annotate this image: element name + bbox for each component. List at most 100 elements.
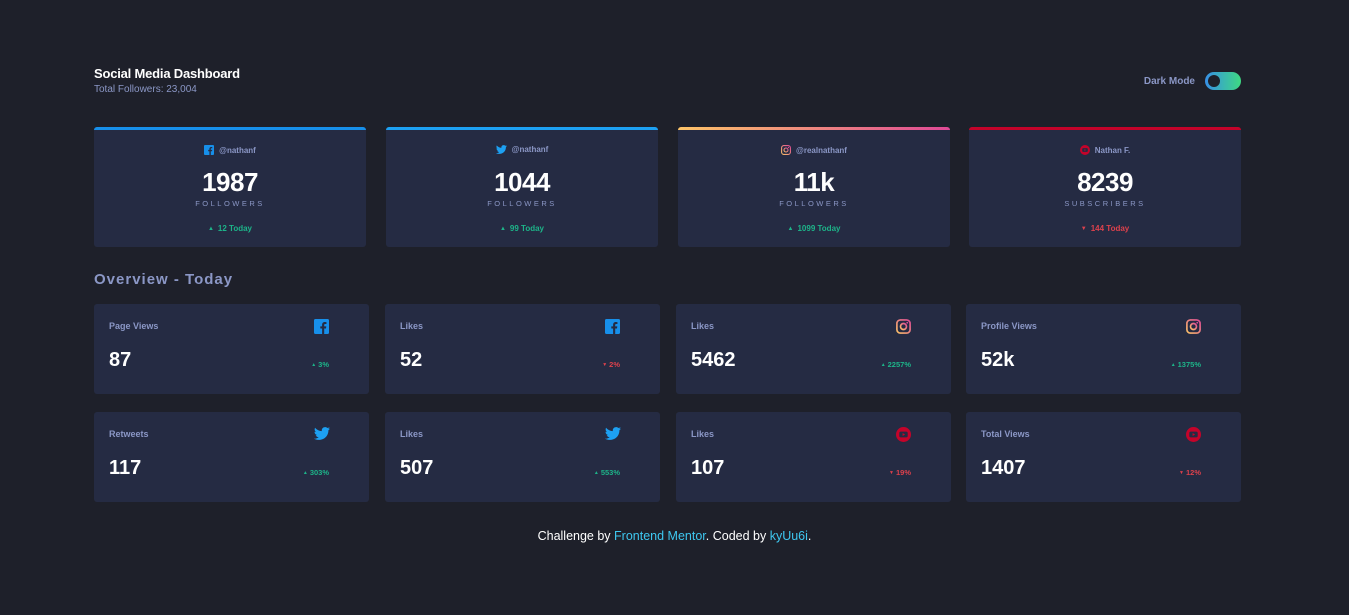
overview-card[interactable]: Retweets 117 ▲ 303% xyxy=(94,412,369,502)
card-handle-row: @realnathanf xyxy=(678,145,950,155)
arrow-up-icon: ▲ xyxy=(311,361,317,368)
overview-value: 52 xyxy=(400,349,423,371)
footer-suffix: . xyxy=(807,529,812,543)
card-today-text: 144 Today xyxy=(1090,224,1130,233)
card-today: ▲ 1099 Today xyxy=(678,224,950,233)
overview-value: 117 xyxy=(109,457,142,479)
overview-value: 1407 xyxy=(981,457,1026,479)
overview-card[interactable]: Likes 107 ▼ 19% xyxy=(676,412,951,502)
card-today: ▲ 12 Today xyxy=(94,224,366,233)
card-accent-bar xyxy=(969,127,1241,130)
overview-label: Retweets xyxy=(109,429,149,439)
card-today: ▼ 144 Today xyxy=(969,224,1241,233)
card-handle-row: @nathanf xyxy=(386,145,658,154)
card-count: 1987 xyxy=(202,167,258,197)
card-handle: @realnathanf xyxy=(796,145,847,155)
card-handle: @nathanf xyxy=(511,145,549,154)
youtube-icon xyxy=(1186,427,1201,442)
card-unit: FOLLOWERS xyxy=(487,199,557,208)
overview-value: 107 xyxy=(691,457,725,479)
overview-value: 52k xyxy=(981,349,1015,371)
card-handle: @nathanf xyxy=(219,145,256,155)
footer-prefix: Challenge by xyxy=(537,529,615,543)
card-unit: FOLLOWERS xyxy=(195,199,265,208)
card-handle-row: Nathan F. xyxy=(969,145,1241,155)
footer-middle: . Coded by xyxy=(705,529,770,543)
arrow-down-icon: ▼ xyxy=(889,469,894,476)
arrow-up-icon: ▲ xyxy=(593,469,599,476)
overview-card[interactable]: Likes 5462 ▲ 2257% xyxy=(676,304,951,394)
overview-card[interactable]: Page Views 87 ▲ 3% xyxy=(94,304,369,394)
card-today: ▲ 99 Today xyxy=(386,224,658,233)
card-facebook[interactable]: @nathanf 1987 FOLLOWERS ▲ 12 Today xyxy=(94,127,366,247)
card-today-text: 12 Today xyxy=(217,224,253,233)
overview-pct: 553% xyxy=(600,468,620,477)
overview-card[interactable]: Likes 52 ▼ 2% xyxy=(385,304,660,394)
overview-change: ▲ 553% xyxy=(594,468,620,477)
arrow-down-icon: ▼ xyxy=(1179,469,1184,476)
overview-label: Page Views xyxy=(109,321,159,331)
overview-pct: 2257% xyxy=(887,360,911,369)
overview-change: ▲ 1375% xyxy=(1171,360,1201,369)
frontend-mentor-link[interactable]: Frontend Mentor xyxy=(614,529,706,543)
instagram-icon xyxy=(1186,319,1201,334)
overview-change: ▲ 3% xyxy=(311,360,329,369)
card-today-text: 99 Today xyxy=(509,224,545,233)
card-count: 8239 xyxy=(1077,167,1133,197)
card-accent-bar xyxy=(678,127,950,130)
instagram-icon xyxy=(781,145,791,155)
arrow-up-icon: ▲ xyxy=(302,469,308,476)
arrow-up-icon: ▲ xyxy=(1170,361,1176,368)
card-accent-bar xyxy=(386,127,658,130)
overview-label: Likes xyxy=(400,321,424,331)
overview-pct: 12% xyxy=(1185,468,1201,477)
arrow-up-icon: ▲ xyxy=(207,225,214,232)
dark-mode-label: Dark Mode xyxy=(1143,75,1195,87)
overview-card[interactable]: Profile Views 52k ▲ 1375% xyxy=(966,304,1241,394)
overview-card[interactable]: Total Views 1407 ▼ 12% xyxy=(966,412,1241,502)
youtube-icon xyxy=(1079,145,1090,155)
card-count: 11k xyxy=(793,167,835,197)
card-instagram[interactable]: @realnathanf 11k FOLLOWERS ▲ 1099 Today xyxy=(678,127,950,247)
overview-pct: 3% xyxy=(318,360,329,369)
dark-mode-control: Dark Mode xyxy=(1144,72,1241,90)
footer: Challenge by Frontend Mentor. Coded by k… xyxy=(0,529,1349,543)
facebook-icon xyxy=(314,319,329,334)
twitter-icon xyxy=(313,427,330,442)
overview-change: ▼ 12% xyxy=(1179,468,1201,477)
overview-change: ▲ 303% xyxy=(303,468,329,477)
card-handle-row: @nathanf xyxy=(94,145,366,155)
card-youtube[interactable]: Nathan F. 8239 SUBSCRIBERS ▼ 144 Today xyxy=(969,127,1241,247)
dark-mode-toggle[interactable] xyxy=(1205,72,1241,90)
overview-label: Likes xyxy=(400,429,424,439)
card-twitter[interactable]: @nathanf 1044 FOLLOWERS ▲ 99 Today xyxy=(386,127,658,247)
overview-label: Total Views xyxy=(981,429,1030,439)
overview-value: 87 xyxy=(109,349,132,371)
overview-value: 507 xyxy=(400,457,434,479)
youtube-icon xyxy=(896,427,911,442)
facebook-icon xyxy=(204,145,215,155)
instagram-icon xyxy=(896,319,911,334)
arrow-down-icon: ▼ xyxy=(602,361,608,368)
overview-change: ▼ 19% xyxy=(889,468,911,477)
arrow-up-icon: ▲ xyxy=(880,361,886,368)
card-count: 1044 xyxy=(494,167,550,197)
card-unit: FOLLOWERS xyxy=(779,199,849,208)
overview-card[interactable]: Likes 507 ▲ 553% xyxy=(385,412,660,502)
twitter-icon xyxy=(604,427,621,442)
card-today-text: 1099 Today xyxy=(797,224,841,233)
overview-label: Likes xyxy=(691,321,715,331)
arrow-up-icon: ▲ xyxy=(787,225,794,232)
overview-change: ▲ 2257% xyxy=(881,360,911,369)
overview-pct: 19% xyxy=(895,468,911,477)
twitter-icon xyxy=(495,145,507,154)
overview-label: Likes xyxy=(691,429,715,439)
follower-cards: @nathanf 1987 FOLLOWERS ▲ 12 Today @nath… xyxy=(94,127,1241,247)
author-link[interactable]: kyUu6i xyxy=(770,529,808,543)
overview-change: ▼ 2% xyxy=(602,360,620,369)
header: Social Media Dashboard Total Followers: … xyxy=(94,66,1241,98)
overview-pct: 2% xyxy=(609,360,620,369)
card-handle: Nathan F. xyxy=(1094,145,1131,155)
page-title: Social Media Dashboard xyxy=(94,66,240,81)
overview-pct: 1375% xyxy=(1177,360,1201,369)
